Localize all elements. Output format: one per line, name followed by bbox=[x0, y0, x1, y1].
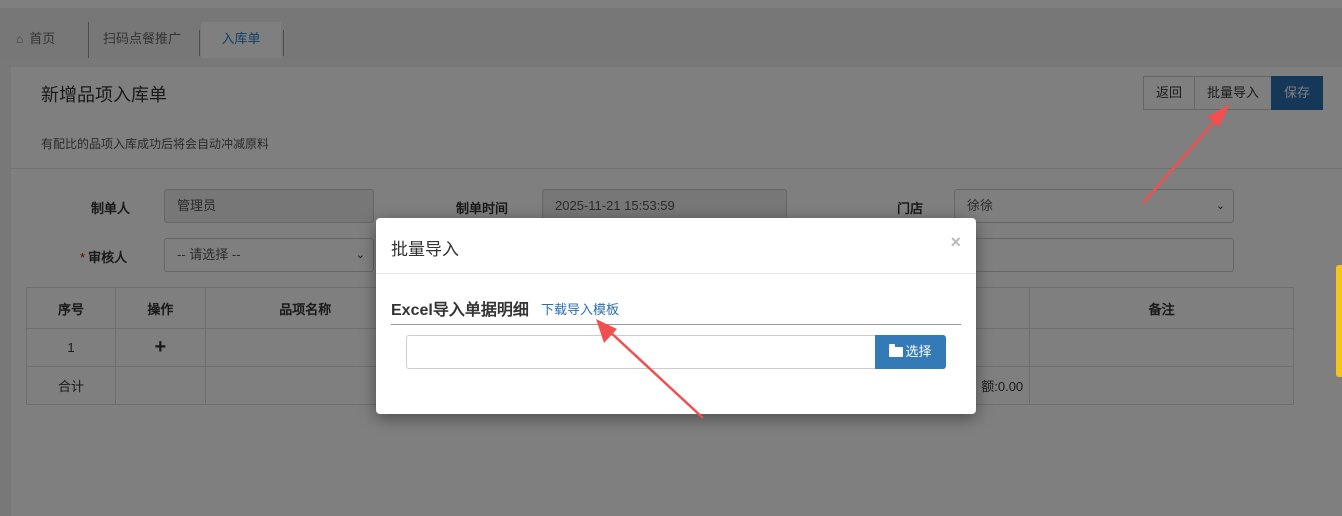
arrow-head bbox=[596, 319, 617, 343]
side-widget-tab[interactable] bbox=[1336, 265, 1342, 377]
arrow-shaft bbox=[1142, 113, 1222, 204]
arrow-head bbox=[1207, 104, 1230, 127]
arrow-to-download-link bbox=[596, 319, 704, 419]
arrow-shaft bbox=[607, 329, 704, 419]
arrow-to-import-button bbox=[1142, 104, 1230, 204]
annotation-arrows bbox=[596, 104, 1230, 419]
